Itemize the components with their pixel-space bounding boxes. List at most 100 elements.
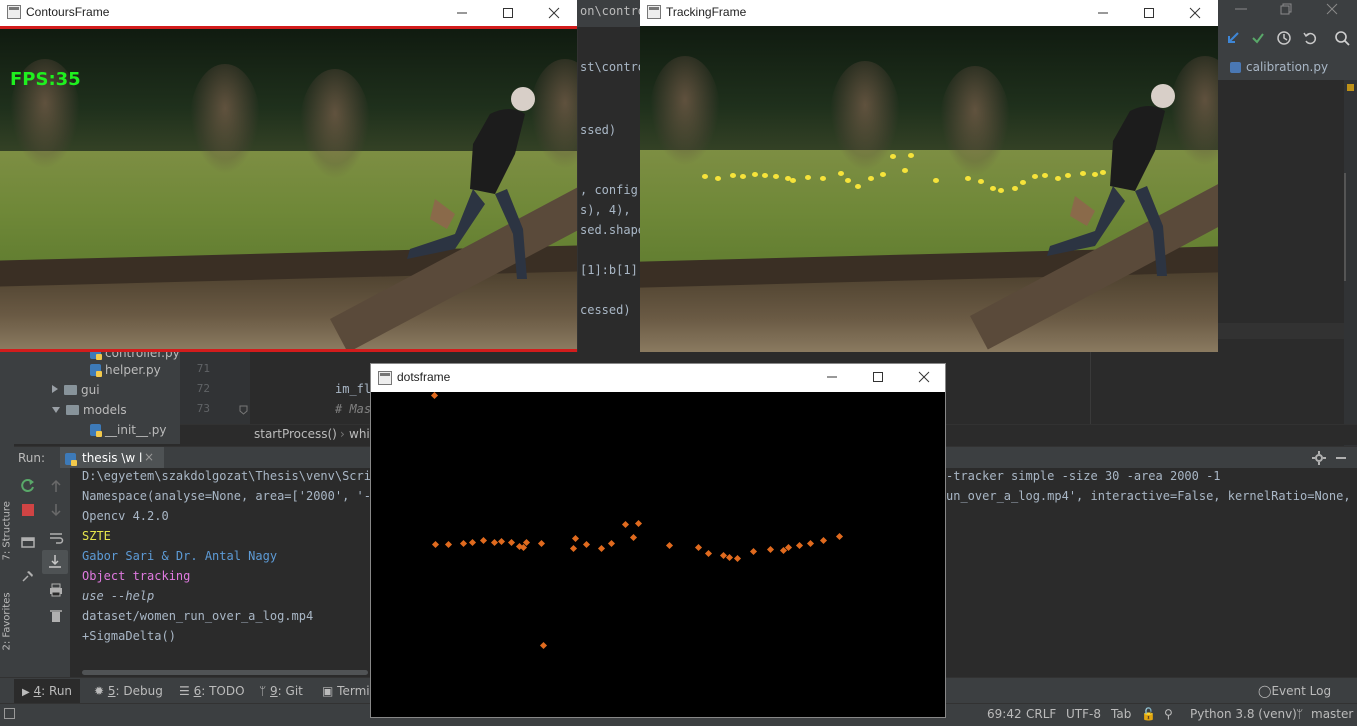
minimize-button[interactable] [809,364,855,390]
restore-icon[interactable] [1280,3,1292,15]
window-title: ContoursFrame [26,5,110,19]
dot-point [819,536,828,545]
tracked-point [998,188,1004,193]
maximize-icon [873,372,883,382]
tracked-point [890,154,896,159]
code-fragment: s), 4), [580,203,631,217]
close-icon[interactable] [1326,3,1338,15]
vcs-commit-icon[interactable] [1251,31,1265,45]
tool-tab-debug[interactable]: ✹ 5: Debug [94,681,163,701]
history-icon[interactable] [1276,30,1292,46]
editor-area-right[interactable] [1218,80,1344,446]
pin-icon[interactable] [20,568,36,584]
favorites-tool-tab[interactable]: 2: Favorites [2,592,13,650]
window-title: dotsframe [397,370,451,384]
expand-arrow-icon[interactable] [52,385,58,393]
tracked-point [762,173,768,178]
fold-icon[interactable] [239,405,248,415]
close-tab-icon[interactable]: × [144,450,154,464]
tracking-video-frame [640,26,1218,352]
lock-icon[interactable]: 🔓 [1141,705,1156,723]
close-icon [1189,7,1201,19]
print-icon[interactable] [48,582,64,598]
collapse-arrow-icon[interactable] [52,407,60,413]
minimize-button[interactable] [439,0,485,26]
tree-item-init[interactable]: __init__.py [90,423,167,437]
soft-wrap-icon[interactable] [48,530,64,546]
code-fragment: sed.shape [580,223,646,237]
horizontal-scrollbar[interactable] [82,670,368,675]
code-line: im_fl [335,382,372,396]
close-button[interactable] [531,0,577,26]
scroll-thumb[interactable] [1344,173,1346,281]
runner-figure [407,87,535,279]
editor-code-area-partial[interactable]: on\control st\controlle ssed) , config. … [577,4,667,357]
maximize-button[interactable] [1126,0,1172,26]
git-branch[interactable]: master [1311,705,1353,723]
breadcrumb-item-while[interactable]: whi [349,427,370,441]
breadcrumb-item-startprocess[interactable]: startProcess() [254,427,337,441]
minimize-button[interactable] [1080,0,1126,26]
folder-icon [64,385,77,395]
tracked-point [1042,173,1048,178]
editor-tab-calibration[interactable]: calibration.py [1228,56,1328,78]
vcs-update-icon[interactable] [1226,31,1240,45]
clear-all-icon[interactable] [48,608,64,624]
indent-setting[interactable]: Tab [1111,705,1131,723]
tool-tab-todo[interactable]: ☰ 6: TODO [179,681,245,701]
console-line: Object tracking [82,569,191,583]
inspector-icon[interactable]: ⚲ [1164,705,1173,723]
toggle-tool-windows-icon[interactable] [4,708,15,719]
scroll-down-icon[interactable] [48,502,64,518]
tracked-point [715,176,721,181]
dot-point [835,532,844,541]
tool-tab-git[interactable]: ᛘ 9: Git [259,681,303,701]
console-line: dataset/women_run_over_a_log.mp4 [82,609,314,623]
tree-item-models[interactable]: models [52,403,127,417]
dot-point [468,538,477,547]
maximize-button[interactable] [855,364,901,390]
close-button[interactable] [901,364,947,390]
tree-item-gui[interactable]: gui [52,383,100,397]
tracked-point [933,178,939,183]
tool-tab-run[interactable]: ▶ 4: Run [22,681,72,701]
rerun-icon[interactable] [20,478,36,494]
line-number-gutter: 71 72 73 [180,352,250,424]
title-bar[interactable]: dotsframe [371,364,945,392]
dot-point [733,554,742,563]
tool-tab-terminal[interactable]: ▣ Termi [322,681,370,701]
stop-icon[interactable] [20,502,36,518]
caret-position[interactable]: 69:42 [987,705,1022,723]
structure-tool-tab[interactable]: 7: Structure [2,501,13,560]
dot-point [430,392,439,400]
console-line-right: -tracker simple -size 30 -area 2000 -1 [946,469,1221,483]
tree-item-helper[interactable]: helper.py [90,363,161,377]
file-encoding[interactable]: UTF-8 [1066,705,1101,723]
rollback-icon[interactable] [1302,30,1318,46]
maximize-button[interactable] [485,0,531,26]
scroll-to-end-toggle[interactable] [42,550,68,574]
title-bar[interactable]: TrackingFrame [640,0,1218,26]
title-bar[interactable]: ContoursFrame [0,0,577,26]
python-interpreter[interactable]: Python 3.8 (venv) [1190,705,1297,723]
tracked-point [880,172,886,177]
close-button[interactable] [1172,0,1218,26]
tracked-point [978,179,984,184]
scroll-up-icon[interactable] [48,478,64,494]
minimize-icon[interactable] [1234,6,1248,12]
hide-panel-icon[interactable] [1336,457,1346,459]
dot-point [694,543,703,552]
warning-marker[interactable] [1347,84,1354,91]
search-icon[interactable] [1334,30,1350,46]
code-line-comment: # Mas [335,402,372,416]
tracked-point [868,176,874,181]
tracked-point [730,173,736,178]
settings-gear-icon[interactable] [1312,451,1326,465]
git-icon: ᛘ [259,684,267,698]
line-separator[interactable]: CRLF [1026,705,1056,723]
dot-point [806,539,815,548]
restore-layout-icon[interactable] [20,534,36,550]
dot-point [490,538,499,547]
code-fragment: , config. [580,183,646,197]
event-log-tab[interactable]: ◯Event Log [1258,681,1331,701]
